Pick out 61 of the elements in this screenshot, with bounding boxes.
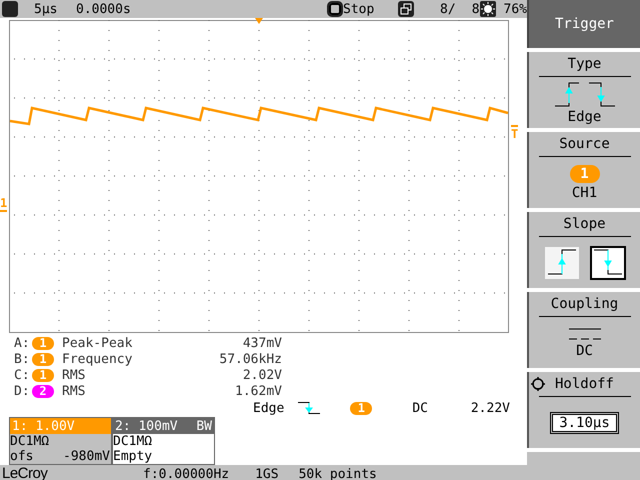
coupling-value: DC (576, 342, 593, 358)
brightness-value: 76% (504, 2, 527, 16)
trigger-coupling: DC (412, 400, 428, 416)
record-length: 50k points (298, 466, 377, 480)
channel-coupling: DC1MΩ (113, 434, 152, 449)
menu-item-label: Source (559, 136, 610, 152)
menu-item[interactable]: Type Edge (527, 52, 640, 128)
measurement-value: 57.06kHz (218, 352, 282, 366)
offset-value: -980mV (63, 449, 110, 464)
measurement-name: Peak-Peak (62, 336, 134, 350)
dc-coupling-icon (568, 326, 600, 340)
timebase: 5µs (34, 2, 58, 16)
stop-icon (329, 3, 342, 15)
holdoff-field[interactable]: 3.10µs (552, 414, 617, 432)
sample-rate: 1GS (255, 466, 279, 480)
menu-title: Trigger (527, 0, 640, 48)
measurement-value: 2.02V (242, 368, 282, 382)
edge-type-icon (554, 80, 614, 106)
source-value: CH1 (572, 184, 598, 200)
sweep-total: 8 (472, 2, 480, 16)
menu-item[interactable]: Coupling DC (527, 292, 640, 368)
menu-item[interactable]: Slope (527, 212, 640, 288)
falling-edge-icon (298, 402, 320, 414)
menu-item-label: Type (568, 56, 602, 72)
measurement-name: RMS (62, 368, 86, 382)
measurement-value: 437mV (242, 336, 282, 350)
falling-slope-icon[interactable] (590, 246, 626, 280)
channel-scale: 1: 1.00V (12, 418, 75, 434)
menu-item[interactable]: Source 1 CH1 (527, 132, 640, 208)
sweep-count: 8/ (440, 2, 456, 16)
trigger-type-value: Edge (568, 108, 602, 124)
rising-slope-icon[interactable] (544, 246, 580, 280)
channel-badge: 2 (32, 384, 54, 398)
menu-item[interactable]: Holdoff 3.10µs (527, 372, 640, 448)
channel-status: Empty (113, 449, 152, 464)
trigger-voltage: 2.22V (470, 400, 510, 416)
channel-coupling: DC1MΩ (10, 434, 50, 449)
measurement-label: D: (14, 384, 31, 398)
channel-scale: 2: 100mV (115, 418, 178, 434)
menu-item-label: Holdoff (554, 376, 614, 392)
measurement-value: 1.62mV (234, 384, 282, 398)
offset-label: ofs (10, 449, 34, 464)
measurement-name: RMS (62, 384, 86, 398)
trigger-delay: 0.0000s (76, 2, 131, 16)
menu-item-label: Slope (563, 216, 606, 232)
channel-info-box[interactable]: 1: 1.00V DC1MΩ ofs -980mV (9, 417, 112, 465)
channel-badge: 1 (350, 402, 372, 414)
measurement-label: C: (14, 368, 31, 382)
measurement-label: A: (14, 336, 31, 350)
bandwidth-limit: BW (196, 418, 212, 434)
run-state: Stop (343, 2, 376, 16)
channel-badge: 1 (32, 352, 54, 366)
menu-item-label: Coupling (550, 296, 618, 312)
frequency-counter: f:0.00000Hz (143, 466, 230, 480)
measurement-name: Frequency (62, 352, 134, 366)
channel-badge: 1 (570, 164, 600, 182)
trigger-type: Edge (253, 400, 284, 416)
knob-icon (530, 377, 544, 391)
measurement-label: B: (14, 352, 31, 366)
channel-badge: 1 (32, 368, 54, 382)
channel-badge: 1 (32, 336, 54, 350)
